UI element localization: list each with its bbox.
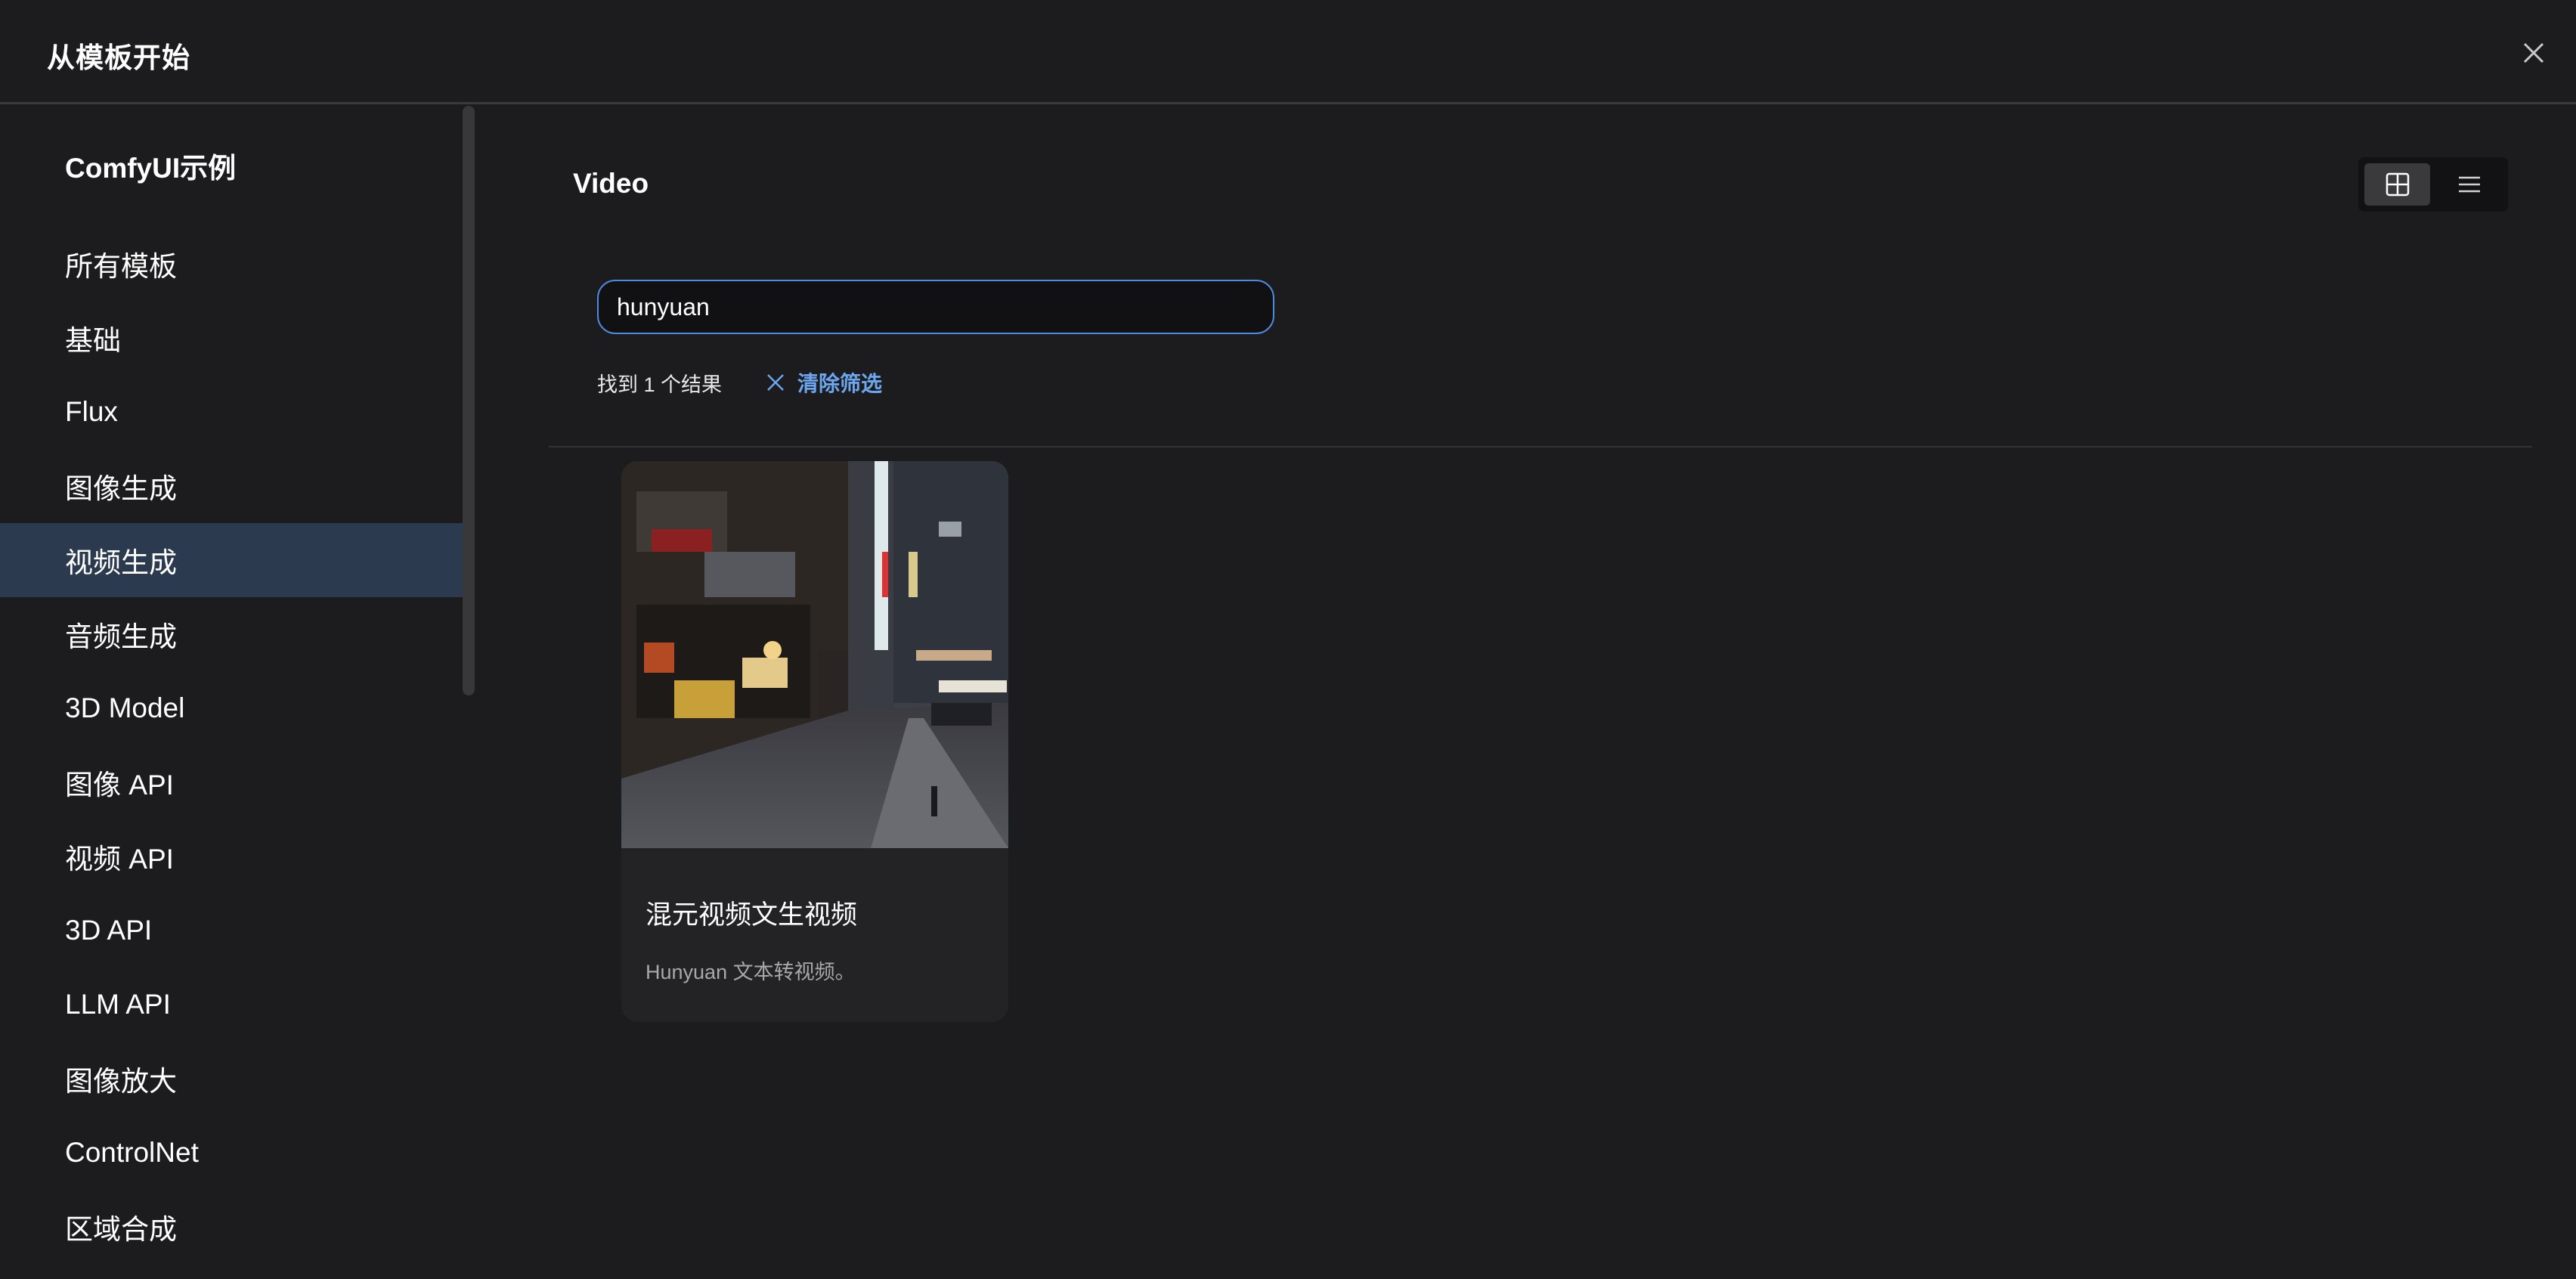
sidebar-item-audio-generation[interactable]: 音频生成 [0, 597, 463, 671]
card-title: 混元视频文生视频 [646, 900, 858, 930]
search-input[interactable] [597, 280, 1274, 334]
sidebar-item-controlnet[interactable]: ControlNet [0, 1116, 463, 1190]
results-count: 找到 1 个结果 [597, 373, 723, 396]
grid-view-button[interactable] [2364, 163, 2430, 206]
section-title: Video [573, 168, 649, 199]
grid-icon [2386, 172, 2409, 197]
close-button[interactable] [2519, 38, 2549, 68]
card-thumbnail [621, 461, 1008, 848]
sidebar: ComfyUI示例 所有模板 基础 Flux 图像生成 视频生成 音频生成 3D… [0, 106, 463, 1279]
sidebar-item-3d-model[interactable]: 3D Model [0, 671, 463, 745]
sidebar-item-video-generation[interactable]: 视频生成 [0, 523, 463, 597]
dialog-title: 从模板开始 [47, 42, 190, 73]
sidebar-item-video-api[interactable]: 视频 API [0, 819, 463, 893]
sidebar-list: 所有模板 基础 Flux 图像生成 视频生成 音频生成 3D Model 图像 … [0, 227, 463, 1264]
sidebar-item-flux[interactable]: Flux [0, 375, 463, 449]
sidebar-item-image-upscale[interactable]: 图像放大 [0, 1042, 463, 1116]
sidebar-heading: ComfyUI示例 [65, 153, 237, 184]
results-row: 找到 1 个结果 清除筛选 [597, 367, 882, 398]
sidebar-item-llm-api[interactable]: LLM API [0, 968, 463, 1042]
close-icon [767, 374, 784, 391]
clear-filter-label: 清除筛选 [797, 372, 883, 395]
main-panel: Video 找到 1 个结果 [475, 106, 2576, 1279]
list-icon [2458, 176, 2480, 193]
divider [549, 446, 2532, 447]
card-description: Hunyuan 文本转视频。 [646, 961, 856, 983]
night-city-street-thumbnail [621, 461, 1008, 848]
sidebar-item-3d-api[interactable]: 3D API [0, 893, 463, 968]
template-dialog: 从模板开始 ComfyUI示例 所有模板 基础 Flux 图像生成 视频生成 音… [0, 0, 2576, 1279]
clear-filter-button[interactable]: 清除筛选 [764, 367, 882, 398]
dialog-header: 从模板开始 [0, 0, 2576, 104]
close-icon [2523, 42, 2544, 63]
sidebar-item-basics[interactable]: 基础 [0, 301, 463, 375]
template-card[interactable]: 混元视频文生视频 Hunyuan 文本转视频。 [621, 461, 1008, 1022]
sidebar-item-image-generation[interactable]: 图像生成 [0, 449, 463, 523]
sidebar-item-area-composition[interactable]: 区域合成 [0, 1190, 463, 1264]
list-view-button[interactable] [2436, 163, 2502, 206]
sidebar-item-image-api[interactable]: 图像 API [0, 745, 463, 819]
view-toggle [2358, 157, 2508, 212]
sidebar-item-all-templates[interactable]: 所有模板 [0, 227, 463, 301]
sidebar-scrollbar[interactable] [463, 106, 475, 695]
